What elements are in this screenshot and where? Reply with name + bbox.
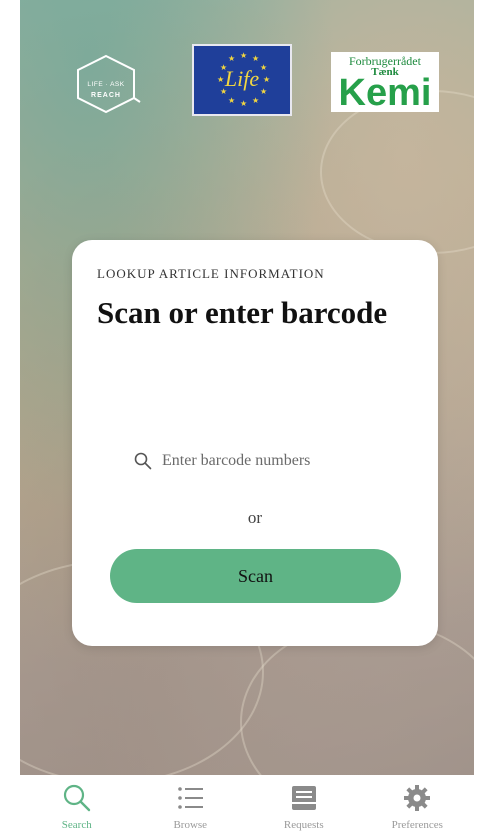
bottom-tab-bar: Search Browse Requests Preferences bbox=[20, 775, 474, 834]
tab-requests-label: Requests bbox=[283, 819, 324, 831]
scan-button[interactable]: Scan bbox=[110, 549, 401, 603]
reach-logo-line2: REACH bbox=[91, 92, 121, 99]
list-icon bbox=[178, 787, 204, 809]
svg-text:★: ★ bbox=[228, 96, 235, 105]
search-icon bbox=[63, 784, 90, 812]
svg-text:★: ★ bbox=[228, 54, 235, 63]
tab-preferences-label: Preferences bbox=[391, 819, 443, 831]
inbox-icon bbox=[291, 786, 316, 810]
search-icon bbox=[134, 452, 152, 470]
svg-text:★: ★ bbox=[252, 54, 259, 63]
tab-search-label: Search bbox=[61, 819, 92, 831]
tab-browse-label: Browse bbox=[173, 819, 208, 831]
tab-search[interactable]: Search bbox=[20, 775, 134, 834]
background-image: LIFE · ASK REACH ★ ★ ★ ★ ★ ★ ★ ★ ★ ★ ★ ★ Life Fo… bbox=[20, 0, 474, 775]
barcode-search[interactable] bbox=[134, 449, 384, 473]
reach-logo-line1: LIFE · ASK bbox=[87, 81, 125, 88]
reach-logo: LIFE · ASK REACH bbox=[70, 52, 142, 116]
svg-text:★: ★ bbox=[252, 96, 259, 105]
gear-icon bbox=[404, 785, 431, 811]
card-title: Scan or enter barcode bbox=[97, 295, 388, 330]
lookup-card: LOOKUP ARTICLE INFORMATION Scan or enter… bbox=[72, 240, 438, 646]
tab-requests[interactable]: Requests bbox=[247, 775, 361, 834]
tab-browse[interactable]: Browse bbox=[134, 775, 248, 834]
or-separator: or bbox=[247, 508, 263, 527]
card-eyebrow: LOOKUP ARTICLE INFORMATION bbox=[97, 266, 325, 281]
kemi-logo: Forbrugerrådet Tænk Kemi bbox=[331, 52, 439, 112]
svg-text:★: ★ bbox=[240, 51, 247, 60]
background-texture bbox=[320, 90, 474, 254]
svg-text:★: ★ bbox=[240, 99, 247, 108]
tab-preferences[interactable]: Preferences bbox=[361, 775, 475, 834]
eu-life-logo: ★ ★ ★ ★ ★ ★ ★ ★ ★ ★ ★ ★ Life bbox=[192, 44, 292, 116]
eu-life-text: Life bbox=[224, 66, 260, 91]
barcode-input[interactable] bbox=[162, 452, 372, 470]
kemi-logo-wordmark: Kemi bbox=[338, 72, 432, 114]
